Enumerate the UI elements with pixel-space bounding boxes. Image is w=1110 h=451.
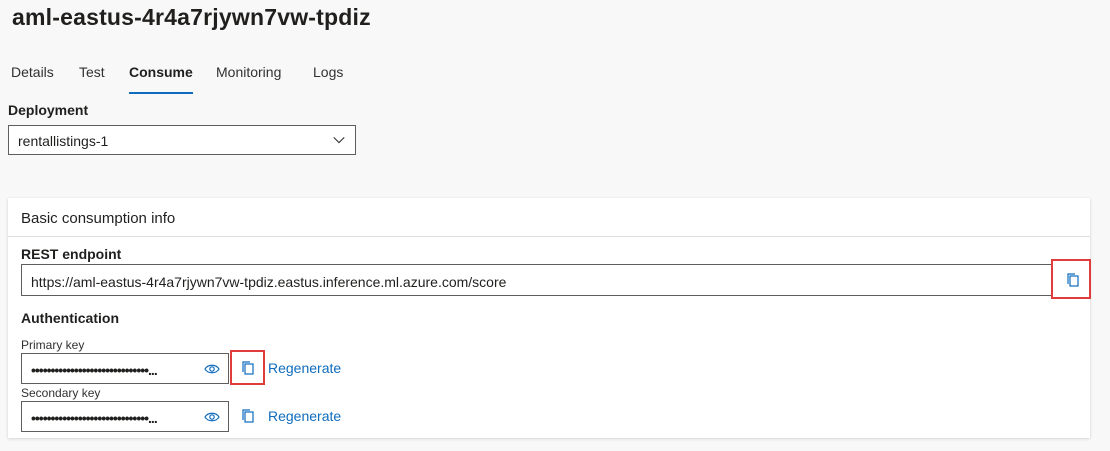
card-header: Basic consumption info	[8, 198, 1090, 237]
tab-logs[interactable]: Logs	[313, 58, 343, 94]
primary-key-label: Primary key	[21, 338, 85, 352]
secondary-key-label: Secondary key	[21, 386, 101, 400]
rest-endpoint-field[interactable]: https://aml-eastus-4r4a7rjywn7vw-tpdiz.e…	[21, 264, 1053, 296]
copy-secondary-key-button[interactable]	[240, 408, 256, 424]
eye-icon[interactable]	[204, 411, 220, 423]
card-title: Basic consumption info	[21, 210, 176, 227]
secondary-key-field[interactable]: ••••••••••••••••••••••••••••••...	[21, 401, 229, 432]
rest-endpoint-label: REST endpoint	[21, 246, 122, 262]
deployment-dropdown[interactable]: rentallistings-1	[8, 125, 356, 155]
copy-primary-key-button[interactable]	[240, 360, 256, 376]
authentication-label: Authentication	[21, 310, 119, 326]
chevron-down-icon	[333, 136, 345, 144]
tab-test[interactable]: Test	[79, 58, 105, 94]
tab-consume[interactable]: Consume	[129, 58, 193, 94]
deployment-label: Deployment	[8, 102, 89, 118]
copy-endpoint-button[interactable]	[1065, 272, 1081, 288]
primary-key-field[interactable]: ••••••••••••••••••••••••••••••...	[21, 353, 229, 384]
eye-icon[interactable]	[204, 363, 220, 375]
tab-monitoring[interactable]: Monitoring	[216, 58, 281, 94]
copy-icon	[242, 409, 254, 423]
basic-consumption-card: Basic consumption info REST endpoint htt…	[8, 198, 1091, 438]
regenerate-primary-link[interactable]: Regenerate	[268, 360, 341, 376]
deployment-selected-value: rentallistings-1	[18, 133, 109, 149]
tab-details[interactable]: Details	[11, 58, 54, 94]
regenerate-secondary-link[interactable]: Regenerate	[268, 408, 341, 424]
primary-key-masked-value: ••••••••••••••••••••••••••••••...	[31, 362, 158, 378]
secondary-key-masked-value: ••••••••••••••••••••••••••••••...	[31, 410, 158, 426]
rest-endpoint-value: https://aml-eastus-4r4a7rjywn7vw-tpdiz.e…	[31, 274, 507, 290]
page-title: aml-eastus-4r4a7rjywn7vw-tpdiz	[12, 4, 371, 30]
copy-icon	[242, 361, 254, 375]
copy-icon	[1067, 273, 1079, 287]
